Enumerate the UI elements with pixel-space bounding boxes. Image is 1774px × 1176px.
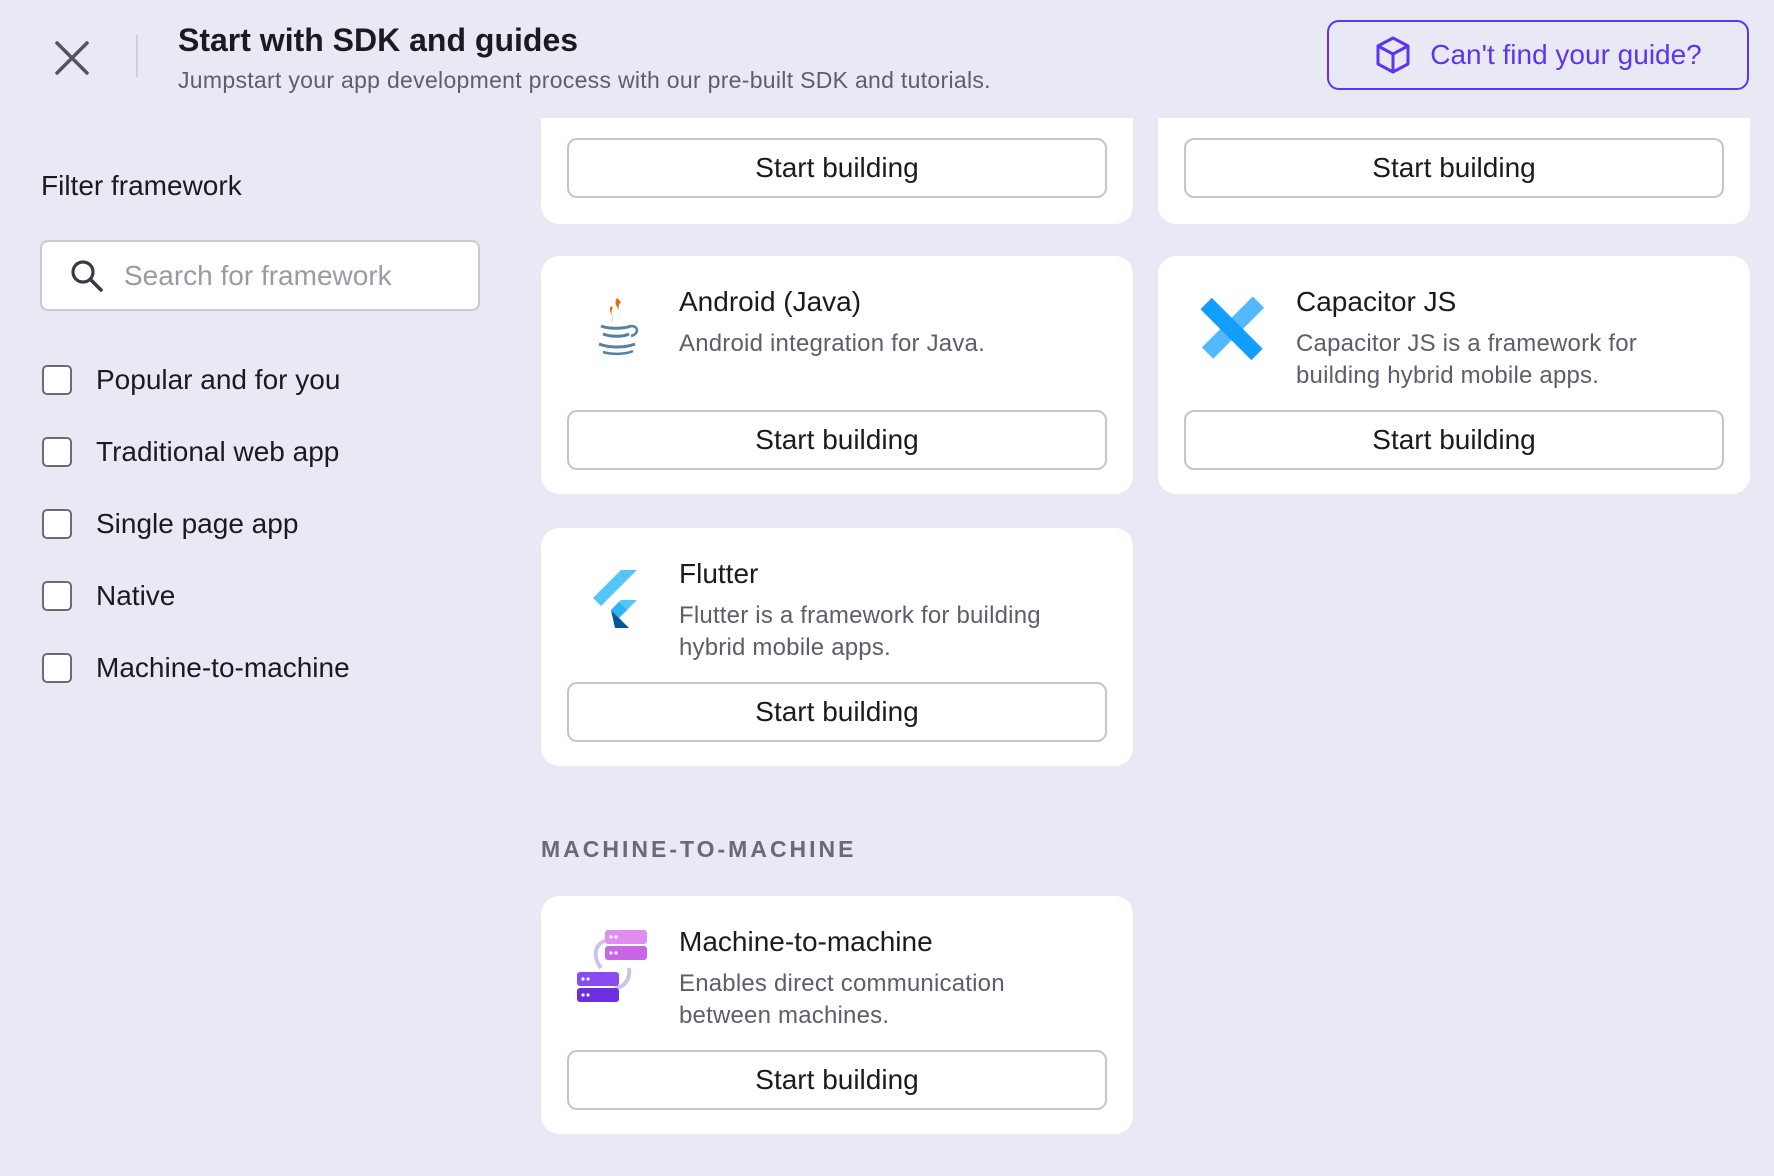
start-building-button[interactable]: Start building bbox=[567, 682, 1107, 742]
start-building-button[interactable]: Start building bbox=[567, 410, 1107, 470]
start-building-button[interactable]: Start building bbox=[567, 138, 1107, 198]
servers-icon bbox=[577, 930, 647, 1002]
filter-single-page-app[interactable]: Single page app bbox=[42, 488, 350, 560]
card-capacitor-js: Capacitor JS Capacitor JS is a framework… bbox=[1158, 256, 1750, 494]
header: Start with SDK and guides Jumpstart your… bbox=[0, 0, 1774, 115]
card-title: Android (Java) bbox=[679, 286, 862, 317]
card-title: Machine-to-machine bbox=[679, 926, 933, 957]
page-title: Start with SDK and guides bbox=[178, 22, 579, 58]
filter-title: Filter framework bbox=[41, 170, 242, 201]
card-title: Flutter bbox=[679, 558, 759, 589]
card-description: Enables direct communication between mac… bbox=[679, 970, 1005, 1029]
checkbox[interactable] bbox=[42, 581, 72, 611]
page-subtitle: Jumpstart your app development process w… bbox=[178, 67, 991, 93]
cant-find-guide-button[interactable]: Can't find your guide? bbox=[1327, 20, 1749, 90]
cube-icon bbox=[1376, 36, 1410, 74]
card-partial-right: Start building bbox=[1158, 118, 1750, 224]
filter-label: Popular and for you bbox=[96, 364, 341, 395]
card-flutter: Flutter Flutter is a framework for build… bbox=[541, 528, 1133, 766]
filter-machine-to-machine[interactable]: Machine-to-machine bbox=[42, 632, 350, 704]
card-partial-left: Start building bbox=[541, 118, 1133, 224]
start-building-button[interactable]: Start building bbox=[1184, 138, 1724, 198]
checkbox[interactable] bbox=[42, 653, 72, 683]
section-header-machine-to-machine: MACHINE-TO-MACHINE bbox=[541, 836, 857, 862]
checkbox[interactable] bbox=[42, 437, 72, 467]
capacitor-icon bbox=[1200, 296, 1265, 361]
search-input[interactable] bbox=[122, 258, 456, 293]
header-divider bbox=[136, 35, 138, 77]
filter-label: Traditional web app bbox=[96, 436, 340, 467]
filter-list: Popular and for you Traditional web app … bbox=[42, 344, 350, 704]
filter-traditional-web-app[interactable]: Traditional web app bbox=[42, 416, 350, 488]
java-icon bbox=[598, 298, 639, 356]
start-building-button[interactable]: Start building bbox=[567, 1050, 1107, 1110]
checkbox[interactable] bbox=[42, 509, 72, 539]
filter-label: Native bbox=[96, 580, 176, 611]
filter-native[interactable]: Native bbox=[42, 560, 350, 632]
card-description: Flutter is a framework for building hybr… bbox=[679, 602, 1041, 661]
filter-popular[interactable]: Popular and for you bbox=[42, 344, 350, 416]
card-description: Capacitor JS is a framework for building… bbox=[1296, 330, 1637, 389]
search-box[interactable] bbox=[40, 240, 480, 311]
start-building-button[interactable]: Start building bbox=[1184, 410, 1724, 470]
card-android-java: Android (Java) Android integration for J… bbox=[541, 256, 1133, 494]
close-button[interactable] bbox=[46, 32, 98, 84]
close-icon bbox=[55, 41, 89, 75]
card-title: Capacitor JS bbox=[1296, 286, 1457, 317]
filter-label: Single page app bbox=[96, 508, 299, 539]
flutter-icon bbox=[593, 570, 637, 628]
filter-label: Machine-to-machine bbox=[96, 652, 350, 683]
checkbox[interactable] bbox=[42, 365, 72, 395]
search-icon bbox=[70, 259, 104, 293]
cant-find-guide-label: Can't find your guide? bbox=[1430, 39, 1702, 70]
card-description: Android integration for Java. bbox=[679, 330, 985, 357]
card-machine-to-machine: Machine-to-machine Enables direct commun… bbox=[541, 896, 1133, 1134]
